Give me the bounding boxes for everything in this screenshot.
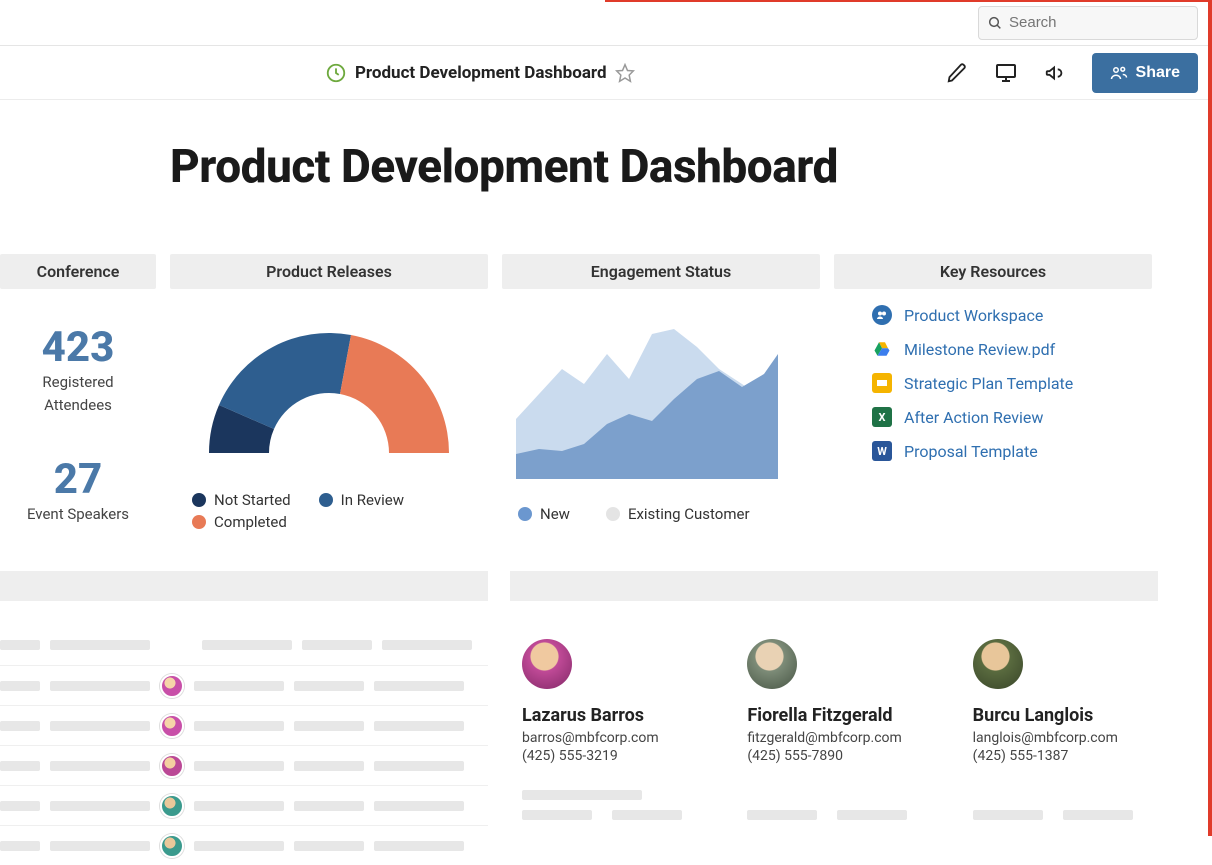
table-panel-header: [0, 571, 488, 601]
search-icon: [987, 15, 1003, 31]
resource-milestone-review[interactable]: Milestone Review.pdf: [872, 339, 1152, 359]
avatar-icon: [973, 639, 1023, 689]
search-input-wrapper[interactable]: [978, 6, 1198, 40]
excel-icon: X: [872, 407, 892, 427]
contact-card[interactable]: Burcu Langlois langlois@mbfcorp.com (425…: [973, 639, 1146, 820]
edit-icon[interactable]: [946, 62, 968, 84]
contact-email: barros@mbfcorp.com: [522, 730, 695, 746]
table-panel: [0, 571, 488, 865]
table-header-row: [0, 625, 488, 665]
header-title: Product Development Dashboard: [355, 63, 607, 83]
widget-resources-title: Key Resources: [834, 254, 1152, 289]
releases-donut-chart: [197, 303, 461, 473]
resource-label: Product Workspace: [904, 306, 1043, 325]
resource-product-workspace[interactable]: Product Workspace: [872, 305, 1152, 325]
event-speakers-label: Event Speakers: [10, 505, 146, 524]
legend-in-review: In Review: [319, 491, 404, 509]
contact-phone: (425) 555-7890: [747, 748, 920, 764]
resource-label: Strategic Plan Template: [904, 374, 1073, 393]
title-bar: Product Development Dashboard Share: [0, 46, 1212, 100]
avatar-icon: [160, 714, 184, 738]
contact-phone: (425) 555-3219: [522, 748, 695, 764]
contact-email: fitzgerald@mbfcorp.com: [747, 730, 920, 746]
widget-releases: Product Releases Not Started In Review C…: [170, 254, 488, 531]
widget-conference-title: Conference: [0, 254, 156, 289]
legend-new: New: [518, 505, 570, 523]
avatar-icon: [160, 674, 184, 698]
table-row[interactable]: [0, 785, 488, 825]
page-title: Product Development Dashboard: [170, 140, 1212, 194]
event-speakers-value: 27: [10, 459, 146, 501]
table-row[interactable]: [0, 705, 488, 745]
registered-attendees-value: 423: [10, 327, 146, 369]
legend-completed: Completed: [192, 513, 287, 531]
table-row[interactable]: [0, 665, 488, 705]
widget-resources: Key Resources Product Workspace Mileston…: [834, 254, 1152, 531]
widget-releases-title: Product Releases: [170, 254, 488, 289]
widget-engagement-title: Engagement Status: [502, 254, 820, 289]
avatar-icon: [160, 754, 184, 778]
widget-conference: Conference 423 Registered Attendees 27 E…: [0, 254, 156, 531]
avatar-icon: [747, 639, 797, 689]
resource-strategic-plan[interactable]: Strategic Plan Template: [872, 373, 1152, 393]
avatar-icon: [522, 639, 572, 689]
contacts-panel: Lazarus Barros barros@mbfcorp.com (425) …: [510, 571, 1158, 865]
megaphone-icon[interactable]: [1044, 62, 1066, 84]
resource-label: Proposal Template: [904, 442, 1038, 461]
contacts-panel-header: [510, 571, 1158, 601]
star-icon[interactable]: [615, 63, 635, 83]
legend-not-started: Not Started: [192, 491, 291, 509]
avatar-icon: [160, 794, 184, 818]
contact-name: Burcu Langlois: [973, 705, 1146, 726]
share-button[interactable]: Share: [1092, 53, 1198, 93]
workspace-icon: [872, 305, 892, 325]
contact-phone: (425) 555-1387: [973, 748, 1146, 764]
share-label: Share: [1136, 64, 1180, 82]
contact-card[interactable]: Fiorella Fitzgerald fitzgerald@mbfcorp.c…: [747, 639, 920, 820]
contact-name: Fiorella Fitzgerald: [747, 705, 920, 726]
table-row[interactable]: [0, 825, 488, 865]
contact-card[interactable]: Lazarus Barros barros@mbfcorp.com (425) …: [522, 639, 695, 820]
legend-existing: Existing Customer: [606, 505, 750, 523]
search-input[interactable]: [1009, 14, 1189, 31]
registered-attendees-label1: Registered: [10, 373, 146, 392]
present-icon[interactable]: [994, 61, 1018, 85]
resource-label: Milestone Review.pdf: [904, 340, 1055, 359]
avatar-icon: [160, 834, 184, 858]
resource-proposal-template[interactable]: W Proposal Template: [872, 441, 1152, 461]
word-icon: W: [872, 441, 892, 461]
dashboard-clock-icon: [325, 62, 347, 84]
contact-email: langlois@mbfcorp.com: [973, 730, 1146, 746]
contact-name: Lazarus Barros: [522, 705, 695, 726]
table-row[interactable]: [0, 745, 488, 785]
resource-label: After Action Review: [904, 408, 1043, 427]
gdrive-icon: [872, 339, 892, 359]
registered-attendees-label2: Attendees: [10, 396, 146, 415]
engagement-area-chart: [512, 299, 782, 489]
widget-engagement: Engagement Status New Existing Customer: [502, 254, 820, 531]
top-bar: [0, 0, 1212, 46]
slides-icon: [872, 373, 892, 393]
people-icon: [1110, 64, 1128, 82]
resource-after-action[interactable]: X After Action Review: [872, 407, 1152, 427]
